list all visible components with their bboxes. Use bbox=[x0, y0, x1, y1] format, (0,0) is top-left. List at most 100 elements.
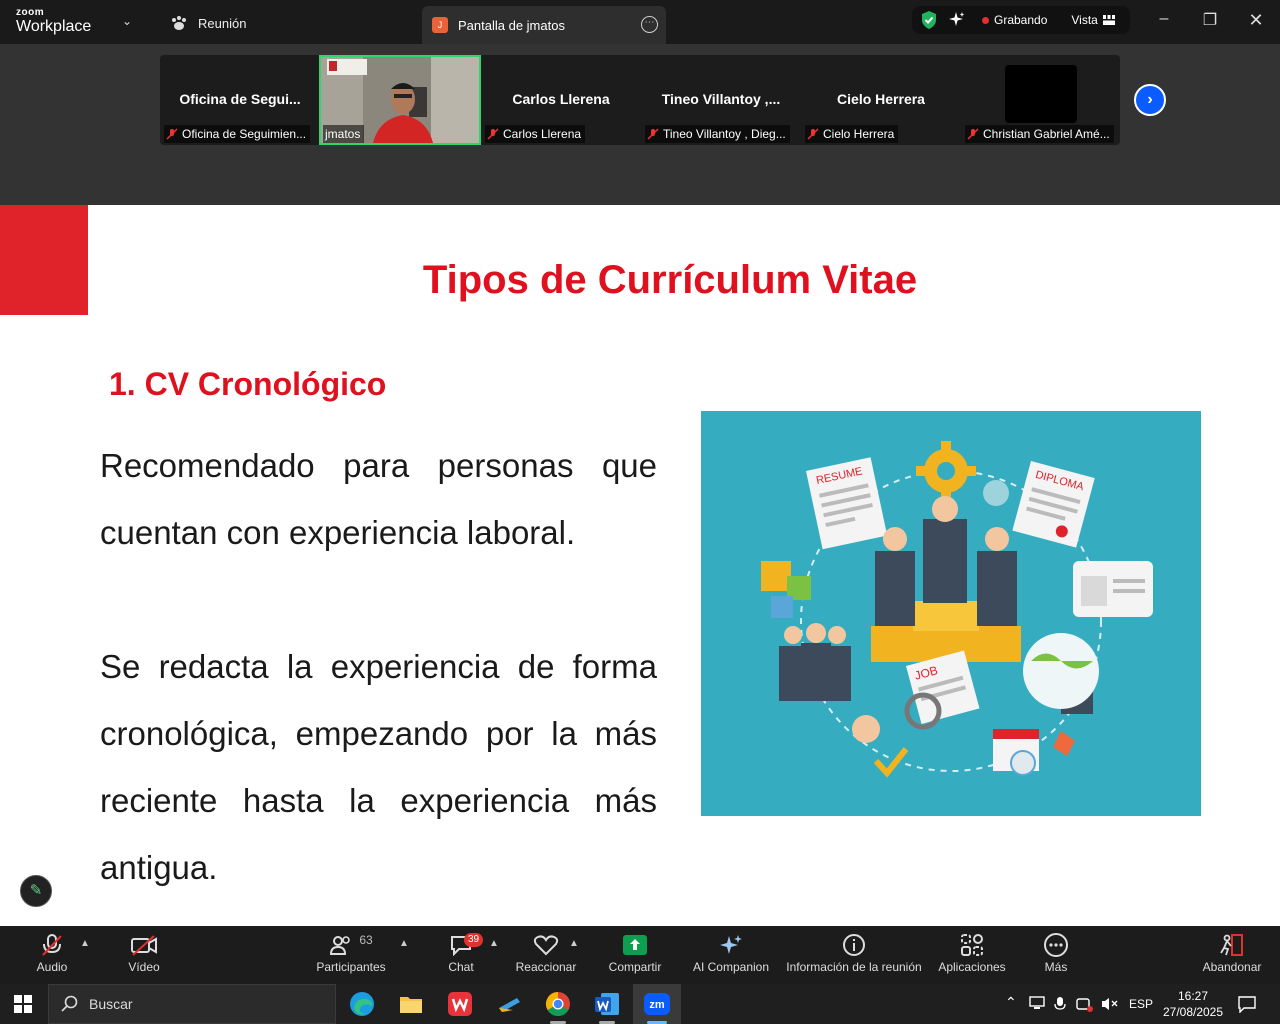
meet-now-icon[interactable] bbox=[1076, 996, 1094, 1012]
zoom-taskbar-active[interactable]: zm bbox=[633, 984, 681, 1024]
title-bar: zoom Workplace ⌄ Reunión J Pantalla de j… bbox=[0, 0, 1280, 44]
meeting-toolbar: Audio ▲ Vídeo 63 Participantes ▲ 39 Chat… bbox=[0, 926, 1280, 984]
participant-label-text: Cielo Herrera bbox=[823, 127, 895, 141]
participant-label: jmatos bbox=[323, 125, 365, 143]
shield-check-icon[interactable] bbox=[920, 10, 938, 30]
video-off-icon bbox=[131, 935, 157, 956]
share-label: Compartir bbox=[608, 960, 662, 974]
wps-office-icon[interactable] bbox=[444, 988, 476, 1020]
participant-label: Tineo Villantoy , Dieg... bbox=[645, 125, 790, 143]
participants-button[interactable]: 63 Participantes bbox=[312, 930, 390, 980]
more-button[interactable]: Más bbox=[1036, 930, 1076, 980]
more-label: Más bbox=[1044, 960, 1068, 974]
tray-overflow-chevron-icon[interactable]: ⌃ bbox=[1005, 994, 1017, 1011]
windows-start-icon[interactable] bbox=[14, 995, 32, 1013]
participant-label: Cielo Herrera bbox=[805, 125, 899, 143]
mic-muted-icon bbox=[807, 128, 819, 140]
leave-label: Abandonar bbox=[1202, 960, 1262, 974]
microphone-icon[interactable] bbox=[1054, 996, 1066, 1012]
network-icon[interactable] bbox=[1029, 996, 1045, 1010]
share-button[interactable]: Compartir bbox=[600, 930, 670, 980]
close-icon[interactable]: ✕ bbox=[1246, 10, 1266, 31]
search-icon bbox=[61, 995, 78, 1012]
slide-paragraph-1: Recomendado para personas que cuentan co… bbox=[100, 447, 657, 551]
leave-button[interactable]: Abandonar bbox=[1200, 930, 1264, 980]
clock-date: 27/08/2025 bbox=[1162, 1005, 1224, 1019]
participant-label: Oficina de Seguimien... bbox=[164, 125, 311, 143]
participant-tile-name: Cielo Herrera bbox=[837, 91, 925, 107]
tab-meeting-label: Reunión bbox=[198, 15, 247, 31]
mic-muted-icon bbox=[967, 128, 979, 140]
zoom-app-icon: zm bbox=[644, 993, 670, 1015]
participant-label-text: Oficina de Seguimien... bbox=[182, 127, 307, 141]
word-icon[interactable] bbox=[591, 988, 623, 1020]
slide-paragraph-2: Se redacta la experiencia de forma crono… bbox=[100, 648, 657, 886]
chat-options-caret-icon[interactable]: ▲ bbox=[489, 938, 499, 949]
notifications-icon[interactable] bbox=[1238, 995, 1256, 1013]
chat-button[interactable]: 39 Chat bbox=[440, 930, 484, 980]
meeting-status-bar: Grabando Vista bbox=[912, 6, 1130, 34]
participant-tile[interactable]: Tineo Villantoy ,... Tineo Villantoy , D… bbox=[641, 55, 801, 145]
chat-unread-badge: 39 bbox=[464, 933, 484, 947]
career-illustration: RESUME DIPLOMA JOB bbox=[701, 411, 1201, 816]
recording-indicator[interactable]: Grabando bbox=[982, 13, 1047, 27]
tab-screen-share[interactable]: J Pantalla de jmatos ⋯ bbox=[422, 6, 666, 44]
ai-sparkle-icon[interactable] bbox=[948, 11, 966, 29]
chrome-icon[interactable] bbox=[542, 988, 574, 1020]
participant-label-text: Carlos Llerena bbox=[503, 127, 582, 141]
clock[interactable]: 16:27 27/08/2025 bbox=[1158, 988, 1228, 1020]
meeting-info-button[interactable]: Información de la reunión bbox=[784, 930, 924, 980]
view-label: Vista bbox=[1071, 13, 1098, 27]
more-options-icon[interactable]: ⋯ bbox=[641, 16, 658, 33]
ai-sparkle-icon bbox=[720, 935, 742, 954]
brand-large: Workplace bbox=[16, 18, 92, 35]
mic-muted-icon bbox=[42, 934, 62, 956]
taskbar-search[interactable]: Buscar bbox=[48, 984, 336, 1024]
slide-subtitle: 1. CV Cronológico bbox=[109, 366, 387, 402]
recording-dot-icon bbox=[982, 16, 989, 24]
audio-button[interactable]: Audio bbox=[28, 930, 76, 980]
react-label: Reaccionar bbox=[515, 960, 577, 974]
clock-time: 16:27 bbox=[1177, 989, 1209, 1003]
participant-label: Carlos Llerena bbox=[485, 125, 586, 143]
participants-icon bbox=[330, 936, 351, 955]
brand-small: zoom bbox=[16, 7, 45, 18]
card-app-icon[interactable] bbox=[493, 988, 525, 1020]
next-page-arrow-icon[interactable]: › bbox=[1134, 84, 1166, 116]
edge-icon[interactable] bbox=[346, 988, 378, 1020]
slide-red-accent bbox=[0, 205, 88, 315]
participant-tile[interactable]: Carlos Llerena Carlos Llerena bbox=[481, 55, 641, 145]
chevron-down-icon[interactable]: ⌄ bbox=[122, 14, 132, 28]
participant-tile[interactable]: Oficina de Segui... Oficina de Seguimien… bbox=[160, 55, 320, 145]
volume-muted-icon[interactable] bbox=[1100, 996, 1118, 1012]
react-options-caret-icon[interactable]: ▲ bbox=[569, 938, 579, 949]
file-explorer-icon[interactable] bbox=[395, 988, 427, 1020]
svg-text:zm: zm bbox=[649, 999, 665, 1011]
participant-tile-active-video[interactable]: jmatos bbox=[319, 55, 481, 145]
participant-tile-name: Carlos Llerena bbox=[512, 91, 610, 107]
mic-muted-icon bbox=[487, 128, 499, 140]
annotate-pencil-icon[interactable]: ✎ bbox=[20, 875, 52, 907]
participants-options-caret-icon[interactable]: ▲ bbox=[399, 938, 409, 949]
participant-tile[interactable]: Cielo Herrera Cielo Herrera bbox=[801, 55, 961, 145]
input-language[interactable]: ESP bbox=[1129, 997, 1153, 1011]
apps-button[interactable]: Aplicaciones bbox=[936, 930, 1008, 980]
participant-video-off bbox=[1005, 65, 1077, 123]
view-button[interactable]: Vista bbox=[1071, 13, 1115, 27]
tab-share-label: Pantalla de jmatos bbox=[458, 17, 565, 33]
ai-companion-button[interactable]: AI Companion bbox=[690, 930, 772, 980]
minimize-icon[interactable]: – bbox=[1154, 10, 1174, 28]
participant-label: Christian Gabriel Amé... bbox=[965, 125, 1114, 143]
app-logo[interactable]: zoom Workplace bbox=[16, 7, 91, 36]
chat-label: Chat bbox=[448, 960, 474, 974]
tab-meeting[interactable]: Reunión bbox=[170, 12, 246, 34]
video-button[interactable]: Vídeo bbox=[118, 930, 170, 980]
search-placeholder: Buscar bbox=[89, 996, 133, 1012]
leave-icon bbox=[1220, 934, 1243, 956]
participants-count: 63 bbox=[359, 933, 373, 947]
participant-tile[interactable]: Christian Gabriel Amé... bbox=[961, 55, 1121, 145]
restore-icon[interactable]: ❐ bbox=[1200, 10, 1220, 30]
audio-options-caret-icon[interactable]: ▲ bbox=[80, 938, 90, 949]
ai-label: AI Companion bbox=[692, 960, 770, 974]
participant-label-text: Tineo Villantoy , Dieg... bbox=[663, 127, 786, 141]
